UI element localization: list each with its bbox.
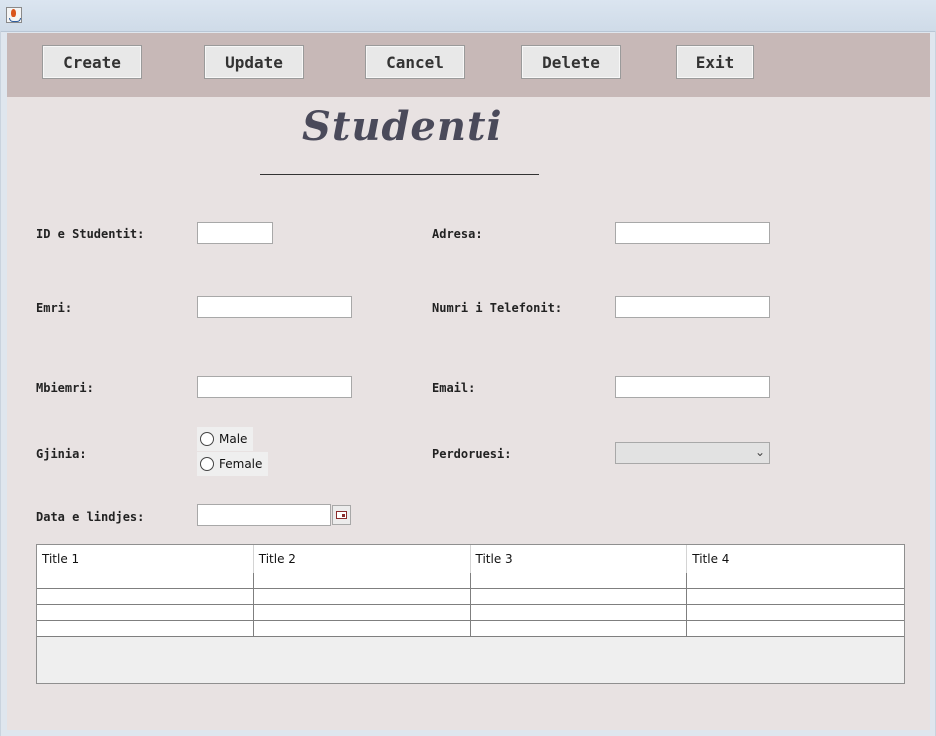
table-cell[interactable] — [471, 621, 688, 636]
male-radio[interactable]: Male — [197, 427, 254, 451]
radio-circle-icon — [200, 457, 214, 471]
chevron-down-icon: ⌄ — [754, 445, 765, 459]
java-coffee-cup-icon — [6, 7, 22, 23]
table-cell[interactable] — [37, 621, 254, 636]
create-button[interactable]: Create — [42, 45, 142, 79]
perdoruesi-select[interactable]: ⌄ — [615, 442, 770, 464]
page-title: Studenti — [302, 103, 503, 150]
main-panel: Create Update Cancel Delete Exit Student… — [7, 33, 930, 730]
table-row[interactable] — [37, 621, 904, 637]
cancel-button[interactable]: Cancel — [365, 45, 465, 79]
exit-button[interactable]: Exit — [676, 45, 754, 79]
date-picker-button[interactable] — [332, 505, 351, 525]
table-row[interactable] — [37, 605, 904, 621]
window-titlebar[interactable] — [0, 0, 936, 32]
emri-field[interactable] — [197, 296, 352, 318]
table-cell[interactable] — [37, 589, 254, 604]
column-header[interactable]: Title 4 — [687, 545, 904, 573]
table-cell[interactable] — [687, 589, 904, 604]
table-cell[interactable] — [687, 605, 904, 620]
gjinia-label: Gjinia: — [36, 447, 87, 461]
table-cell[interactable] — [471, 573, 688, 588]
table-cell[interactable] — [254, 589, 471, 604]
email-field[interactable] — [615, 376, 770, 398]
table-cell[interactable] — [254, 621, 471, 636]
students-table[interactable]: Title 1 Title 2 Title 3 Title 4 — [36, 544, 905, 684]
email-label: Email: — [432, 381, 476, 395]
update-button[interactable]: Update — [204, 45, 304, 79]
table-row[interactable] — [37, 589, 904, 605]
table-cell[interactable] — [687, 621, 904, 636]
student-id-label: ID e Studentit: — [36, 227, 145, 241]
calendar-icon — [336, 511, 347, 519]
table-cell[interactable] — [687, 573, 904, 588]
column-header[interactable]: Title 3 — [471, 545, 688, 573]
table-cell[interactable] — [37, 605, 254, 620]
mbiemri-field[interactable] — [197, 376, 352, 398]
emri-label: Emri: — [36, 301, 73, 315]
adresa-field[interactable] — [615, 222, 770, 244]
toolbar: Create Update Cancel Delete Exit — [7, 33, 930, 97]
table-cell[interactable] — [471, 589, 688, 604]
column-header[interactable]: Title 1 — [37, 545, 254, 573]
table-header: Title 1 Title 2 Title 3 Title 4 — [37, 545, 904, 574]
adresa-label: Adresa: — [432, 227, 483, 241]
telefon-label: Numri i Telefonit: — [432, 301, 563, 315]
table-row[interactable] — [37, 573, 904, 589]
table-cell[interactable] — [254, 573, 471, 588]
telefon-field[interactable] — [615, 296, 770, 318]
title-underline — [260, 174, 539, 175]
birthdate-field[interactable] — [197, 504, 331, 526]
female-radio[interactable]: Female — [197, 452, 269, 476]
table-cell[interactable] — [471, 605, 688, 620]
table-cell[interactable] — [254, 605, 471, 620]
perdoruesi-label: Perdoruesi: — [432, 447, 512, 461]
table-cell[interactable] — [37, 573, 254, 588]
radio-circle-icon — [200, 432, 214, 446]
male-radio-label: Male — [219, 432, 248, 446]
column-header[interactable]: Title 2 — [254, 545, 471, 573]
mbiemri-label: Mbiemri: — [36, 381, 94, 395]
female-radio-label: Female — [219, 457, 263, 471]
delete-button[interactable]: Delete — [521, 45, 621, 79]
student-id-field[interactable] — [197, 222, 273, 244]
data-e-lindjes-label: Data e lindjes: — [36, 510, 145, 524]
